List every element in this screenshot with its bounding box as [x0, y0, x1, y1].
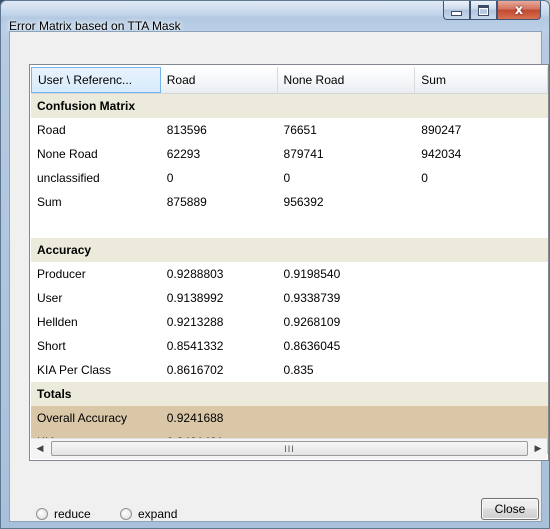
table-row[interactable]: User 0.9138992 0.9338739: [31, 286, 548, 310]
reduce-radio[interactable]: [36, 508, 48, 520]
section-title: Totals: [37, 387, 72, 401]
table-cell: 0.8541332: [166, 339, 224, 353]
table-cell: 0.835: [283, 363, 314, 377]
reduce-label: reduce: [54, 507, 91, 521]
section-title: Confusion Matrix: [37, 99, 135, 113]
table-cell: None Road: [37, 147, 98, 161]
table-cell: 0.8636045: [283, 339, 341, 353]
table-cell: 0: [283, 171, 291, 185]
table-row[interactable]: None Road 62293 879741 942034: [31, 142, 548, 166]
close-button[interactable]: Close: [481, 498, 539, 520]
table-cell: Road: [37, 123, 66, 137]
reduce-option[interactable]: reduce: [36, 507, 91, 521]
table-cell: 875889: [166, 195, 207, 209]
scroll-right-icon[interactable]: ▶: [529, 440, 547, 458]
caption-buttons: x: [443, 1, 541, 21]
error-matrix-grid[interactable]: User \ Referenc... Road None Road Sum Co…: [29, 64, 549, 461]
table-row[interactable]: Road 813596 76651 890247: [31, 118, 548, 142]
maximize-button[interactable]: [470, 1, 497, 20]
grid-rows: Confusion Matrix Road 813596 76651 890247 Non…: [31, 94, 548, 454]
table-row[interactable]: KIA Per Class 0.8616702 0.835: [31, 358, 548, 382]
close-icon: x: [514, 2, 524, 18]
column-header-none-road[interactable]: None Road: [278, 67, 416, 93]
maximize-icon: [478, 4, 489, 16]
section-header: Accuracy: [31, 238, 548, 262]
table-cell: unclassified: [37, 171, 100, 185]
scrollbar-thumb[interactable]: III: [51, 441, 528, 456]
table-cell: 956392: [283, 195, 324, 209]
table-cell: 0.9198540: [283, 267, 341, 281]
table-cell: 942034: [421, 147, 462, 161]
table-cell: 0.9338739: [283, 291, 341, 305]
table-row[interactable]: Short 0.8541332 0.8636045: [31, 334, 548, 358]
table-row[interactable]: Producer 0.9288803 0.9198540: [31, 262, 548, 286]
table-cell: 0.9213288: [166, 315, 224, 329]
section-title: Accuracy: [37, 243, 92, 257]
table-row[interactable]: Overall Accuracy 0.9241688: [31, 406, 548, 430]
table-row[interactable]: [31, 214, 548, 238]
column-header-sum[interactable]: Sum: [415, 67, 548, 93]
expand-radio[interactable]: [120, 508, 132, 520]
grid-header: User \ Referenc... Road None Road Sum: [31, 67, 548, 94]
scrollbar-grip-icon: III: [284, 443, 295, 454]
table-cell: 813596: [166, 123, 207, 137]
table-cell: Sum: [37, 195, 62, 209]
table-row[interactable]: Sum 875889 956392: [31, 190, 548, 214]
table-cell: 0.9241688: [166, 411, 224, 425]
table-cell: 76651: [283, 123, 317, 137]
table-cell: 0.8616702: [166, 363, 224, 377]
column-header-road[interactable]: Road: [161, 67, 278, 93]
table-cell: 0.9288803: [166, 267, 224, 281]
table-cell: 879741: [283, 147, 324, 161]
section-header: Confusion Matrix: [31, 94, 548, 118]
expand-label: expand: [138, 507, 178, 521]
minimize-button[interactable]: [443, 1, 470, 20]
title-bar[interactable]: Error Matrix based on TTA Mask x: [1, 1, 549, 33]
minimize-icon: [451, 10, 462, 16]
table-cell: Producer: [37, 267, 86, 281]
table-cell: 890247: [421, 123, 462, 137]
horizontal-scrollbar[interactable]: ◀ III ▶: [31, 438, 547, 459]
table-cell: Overall Accuracy: [37, 411, 128, 425]
close-window-button[interactable]: x: [497, 1, 541, 20]
table-row[interactable]: unclassified 0 0 0: [31, 166, 548, 190]
column-header-user-reference[interactable]: User \ Referenc...: [31, 67, 161, 93]
section-header: Totals: [31, 382, 548, 406]
table-cell: 0.9138992: [166, 291, 224, 305]
table-cell: Short: [37, 339, 66, 353]
table-cell: 62293: [166, 147, 201, 161]
table-cell: 0: [166, 171, 174, 185]
table-cell: Hellden: [37, 315, 78, 329]
table-row[interactable]: Hellden 0.9213288 0.9268109: [31, 310, 548, 334]
table-cell: 0: [421, 171, 428, 185]
table-cell: 0.9268109: [283, 315, 341, 329]
expand-option[interactable]: expand: [120, 507, 177, 521]
table-cell: KIA Per Class: [37, 363, 112, 377]
table-cell: User: [37, 291, 63, 305]
scroll-left-icon[interactable]: ◀: [31, 440, 49, 458]
